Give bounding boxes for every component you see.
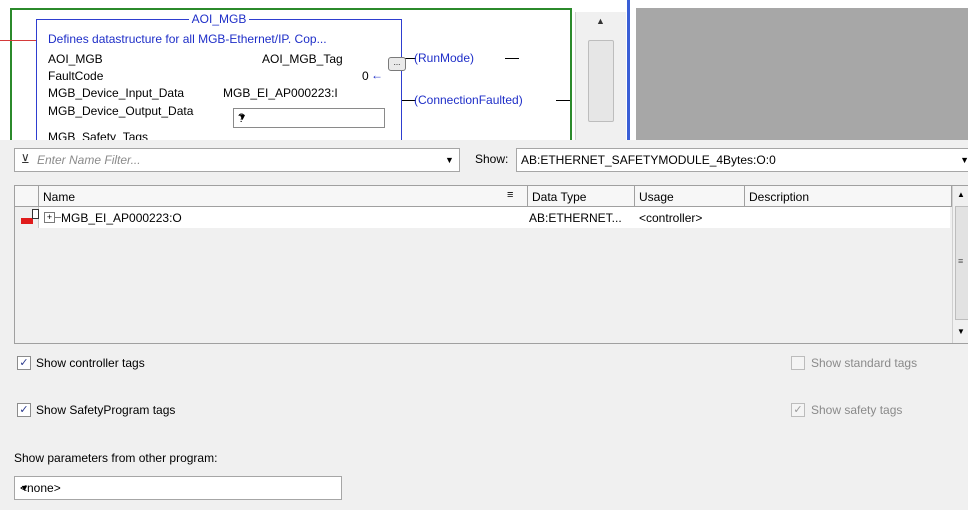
params-label: Show parameters from other program: <box>14 451 218 465</box>
scroll-grip-icon: ≡ <box>958 256 964 266</box>
expand-icon[interactable]: + <box>44 212 55 223</box>
scroll-up-icon[interactable]: ▲ <box>596 16 605 26</box>
tag-usage: <controller> <box>639 211 703 225</box>
chevron-down-icon[interactable]: ▼ <box>20 483 333 493</box>
arrow-left-icon: ← <box>371 68 383 82</box>
aoi-param-label: AOI_MGB <box>48 52 103 66</box>
show-type-select[interactable]: AB:ETHERNET_SAFETYMODULE_4Bytes:O:0 ▼ <box>516 148 968 172</box>
column-header-label: Usage <box>639 190 674 204</box>
show-controller-tags-checkbox[interactable]: ✓ <box>17 356 31 370</box>
ladder-gray-area <box>636 8 968 140</box>
column-header-usage[interactable]: Usage <box>635 186 745 207</box>
tag-grid: Name ≡ Data Type Usage Description + MGB… <box>14 185 968 344</box>
aoi-param-label: MGB_Safety_Tags <box>48 130 149 140</box>
show-safety-tags-checkbox: ✓ <box>791 403 805 417</box>
column-header-label: Data Type <box>532 190 587 204</box>
aoi-tag-browse-button[interactable]: ... <box>388 57 406 71</box>
ladder-scroll-thumb[interactable] <box>588 40 614 122</box>
scroll-up-icon[interactable]: ▲ <box>957 190 965 199</box>
table-row[interactable]: + MGB_EI_AP000223:O AB:ETHERNET... <cont… <box>15 207 950 229</box>
rung-border-right <box>570 8 572 140</box>
input-data-value[interactable]: MGB_EI_AP000223:I <box>223 86 338 100</box>
aoi-param-label: FaultCode <box>48 69 104 83</box>
rung-border-left <box>10 8 12 140</box>
column-header-data-type[interactable]: Data Type <box>528 186 635 207</box>
aoi-description: Defines datastructure for all MGB-Ethern… <box>48 32 327 46</box>
rung-wire <box>505 58 519 59</box>
sort-icon[interactable]: ≡ <box>507 189 513 201</box>
row-gutter <box>15 228 39 343</box>
column-header-label: Name <box>43 190 76 204</box>
module-icon <box>32 209 39 219</box>
output-data-select[interactable]: ? ▼ <box>233 108 385 128</box>
name-filter-combobox[interactable]: ⊻ Enter Name Filter... ▼ <box>14 148 460 172</box>
aoi-instruction-block[interactable]: AOI_MGB Defines datastructure for all MG… <box>36 12 406 140</box>
coil-runmode[interactable]: (RunMode) <box>414 51 474 65</box>
aoi-tag-value[interactable]: AOI_MGB_Tag <box>262 52 343 66</box>
rung-wire-red <box>0 40 36 41</box>
other-program-select[interactable]: <none> ▼ <box>14 476 342 500</box>
grid-body: + MGB_EI_AP000223:O AB:ETHERNET... <cont… <box>15 207 950 343</box>
grid-scrollbar[interactable]: ▲ ≡ ▼ <box>952 186 968 343</box>
row-header <box>15 207 39 228</box>
scroll-down-icon[interactable]: ▼ <box>957 327 965 336</box>
chevron-down-icon[interactable]: ▼ <box>960 155 968 165</box>
aoi-title: AOI_MGB <box>37 12 401 26</box>
chevron-down-icon[interactable]: ▼ <box>445 155 454 165</box>
show-standard-tags-checkbox <box>791 356 805 370</box>
tag-browser-dialog: ⊻ Enter Name Filter... ▼ Show: AB:ETHERN… <box>0 140 968 510</box>
show-controller-tags-label[interactable]: Show controller tags <box>36 356 145 370</box>
grid-empty-area <box>39 228 950 343</box>
chevron-down-icon: ▼ <box>238 112 247 122</box>
grid-corner-header <box>15 186 39 207</box>
tag-name[interactable]: MGB_EI_AP000223:O <box>61 211 182 225</box>
show-safety-program-tags-checkbox[interactable]: ✓ <box>17 403 31 417</box>
ladder-scrollbar[interactable]: ▲ <box>575 12 626 140</box>
column-header-name[interactable]: Name ≡ <box>39 186 528 207</box>
show-standard-tags-label: Show standard tags <box>811 356 918 370</box>
column-header-description[interactable]: Description <box>745 186 952 207</box>
ladder-editor: ▲ AOI_MGB Defines datastructure for all … <box>0 0 968 140</box>
ladder-top-strip <box>636 0 968 8</box>
rung-wire <box>556 100 570 101</box>
coil-connection-faulted[interactable]: (ConnectionFaulted) <box>414 93 523 107</box>
tag-data-type: AB:ETHERNET... <box>529 211 622 225</box>
show-safety-tags-label: Show safety tags <box>811 403 903 417</box>
aoi-param-label: MGB_Device_Input_Data <box>48 86 185 100</box>
show-type-value: AB:ETHERNET_SAFETYMODULE_4Bytes:O:0 <box>521 153 776 167</box>
show-safety-program-tags-label[interactable]: Show SafetyProgram tags <box>36 403 175 417</box>
pane-separator <box>627 0 630 140</box>
aoi-param-label: MGB_Device_Output_Data <box>48 104 194 118</box>
column-header-label: Description <box>749 190 810 204</box>
name-filter-placeholder[interactable]: Enter Name Filter... <box>37 153 141 167</box>
tree-connector <box>55 217 61 218</box>
rung-border-top <box>10 8 570 10</box>
filter-icon: ⊻ <box>21 152 30 166</box>
fault-code-value: 0 <box>362 69 369 83</box>
show-label: Show: <box>475 152 509 166</box>
